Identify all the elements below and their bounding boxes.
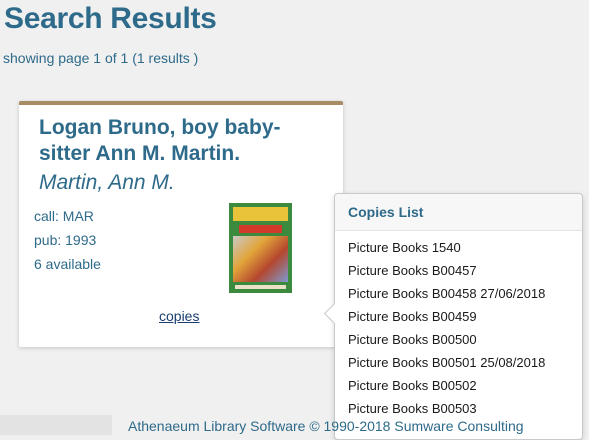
results-summary: showing page 1 of 1 (1 results )	[3, 50, 199, 66]
book-title[interactable]: Logan Bruno, boy baby-sitter Ann M. Mart…	[39, 115, 329, 167]
copy-item: Picture Books B00457	[348, 263, 477, 278]
publication-year: pub: 1993	[34, 232, 97, 248]
copy-item: Picture Books B00501 25/08/2018	[348, 355, 546, 370]
book-author: Martin, Ann M.	[39, 171, 175, 194]
copy-item: Picture Books B00459	[348, 309, 477, 324]
availability-count: 6 available	[34, 256, 101, 272]
copy-item: Picture Books 1540	[348, 240, 461, 255]
copies-list-header: Copies List	[335, 194, 582, 231]
copies-link[interactable]: copies	[159, 308, 199, 324]
copy-item: Picture Books B00502	[348, 378, 477, 393]
page-title: Search Results	[4, 2, 217, 35]
copies-list: Picture Books 1540 Picture Books B00457 …	[335, 231, 582, 424]
result-card: Logan Bruno, boy baby-sitter Ann M. Mart…	[19, 101, 343, 347]
call-number: call: MAR	[34, 208, 94, 224]
copies-popover: Copies List Picture Books 1540 Picture B…	[323, 193, 583, 440]
sidebar-stub	[0, 415, 112, 435]
footer-text: Athenaeum Library Software © 1990-2018 S…	[128, 418, 524, 434]
copy-item: Picture Books B00458 27/06/2018	[348, 286, 546, 301]
copy-item: Picture Books B00500	[348, 332, 477, 347]
book-cover-image[interactable]	[229, 203, 292, 293]
